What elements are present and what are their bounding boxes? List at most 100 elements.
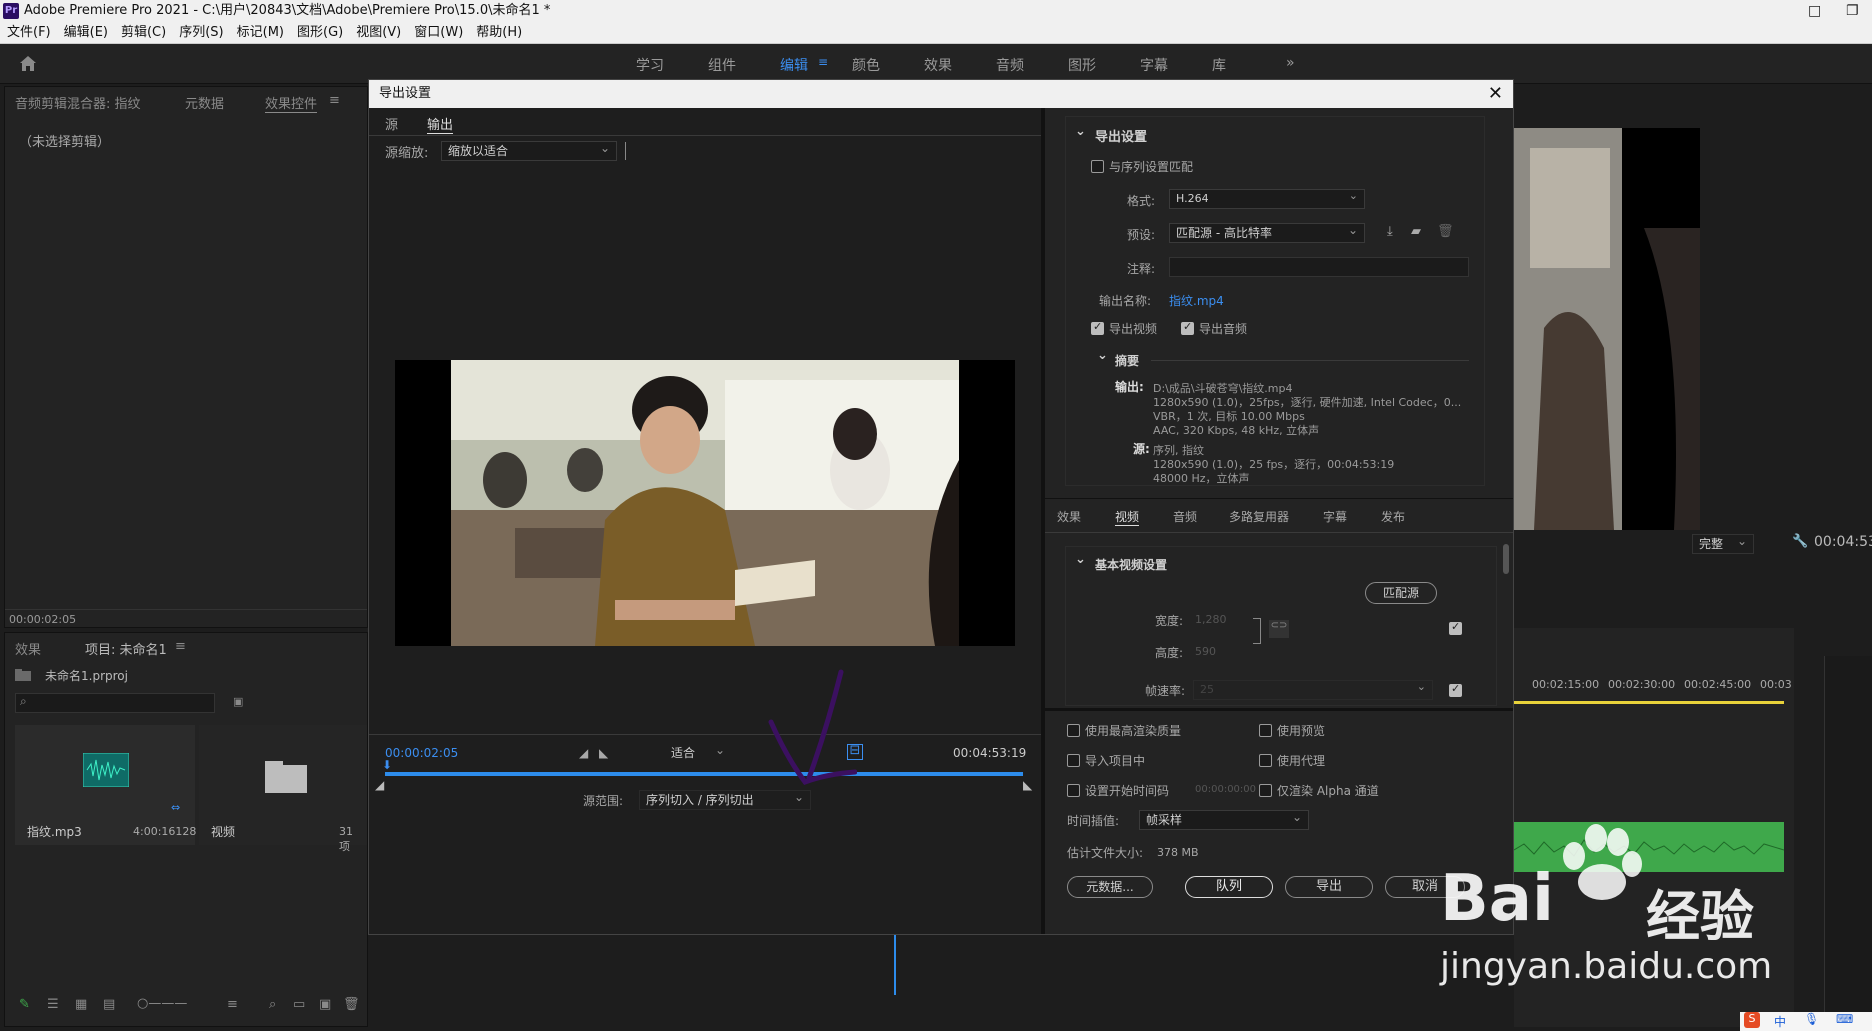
set-out-point-icon[interactable]: ◣	[599, 746, 608, 760]
trash-icon[interactable]: 🗑	[343, 997, 360, 1012]
tab-metadata[interactable]: 元数据	[185, 93, 224, 112]
preset-select[interactable]: 匹配源 - 高比特率	[1169, 221, 1365, 243]
keyboard-icon[interactable]: ⌨	[1836, 1012, 1853, 1026]
menu-file[interactable]: 文件(F)	[7, 25, 51, 40]
ime-mode[interactable]: 中	[1774, 1013, 1786, 1030]
queue-button[interactable]: 队列	[1185, 876, 1273, 898]
microphone-icon[interactable]: 🎙	[1804, 1012, 1819, 1026]
sort-icon[interactable]: ≡	[227, 997, 238, 1012]
source-range-bar[interactable]	[385, 772, 1023, 776]
menu-sequence[interactable]: 序列(S)	[179, 25, 223, 40]
zoom-slider[interactable]: ○———	[137, 996, 187, 1011]
project-search-input[interactable]	[15, 693, 215, 713]
new-item-icon[interactable]: ▣	[319, 997, 331, 1012]
save-preset-icon[interactable]: ⤓	[1387, 224, 1393, 239]
menu-help[interactable]: 帮助(H)	[476, 25, 522, 40]
tab-effect-controls[interactable]: 效果控件	[265, 93, 318, 113]
tab-video-settings[interactable]: 视频	[1115, 508, 1140, 526]
set-in-point-icon[interactable]: ◢	[579, 746, 588, 760]
use-previews-checkbox[interactable]	[1259, 724, 1272, 737]
fit-select[interactable]: 适合	[665, 741, 731, 764]
tab-audio-clip-mixer[interactable]: 音频剪辑混合器: 指纹	[15, 93, 141, 112]
tab-publish-settings[interactable]: 发布	[1381, 508, 1405, 525]
clip-thumbnail[interactable]: ⇔ 指纹.mp3 4:00:16128	[15, 725, 196, 845]
playhead-marker[interactable]: ⬇	[382, 758, 392, 772]
summary-toggle[interactable]: ⌄	[1097, 348, 1108, 363]
maximize-icon[interactable]: □	[1808, 0, 1821, 22]
match-source-button[interactable]: 匹配源	[1365, 582, 1437, 604]
find-icon[interactable]: ⌕	[269, 997, 276, 1012]
tab-audio-settings[interactable]: 音频	[1173, 508, 1197, 525]
menu-window[interactable]: 窗口(W)	[414, 25, 463, 40]
ws-assembly[interactable]: 组件	[708, 55, 736, 75]
overflow-chevron-icon[interactable]: »	[1286, 55, 1295, 71]
start-timecode-value[interactable]: 00:00:00:00	[1195, 784, 1256, 795]
ws-audio[interactable]: 音频	[996, 55, 1024, 75]
delete-preset-icon[interactable]: 🗑	[1437, 224, 1454, 239]
source-range-select[interactable]: 序列切入 / 序列切出	[639, 788, 811, 810]
bin-thumbnail[interactable]: 视频 31 项	[199, 725, 367, 853]
project-panel-menu-icon[interactable]: ≡	[175, 639, 186, 654]
export-settings-toggle[interactable]: ⌄	[1075, 124, 1086, 139]
render-alpha-checkbox[interactable]	[1259, 784, 1272, 797]
wrench-icon[interactable]: 🔧	[1792, 534, 1808, 549]
home-icon[interactable]	[18, 54, 38, 72]
match-sequence-checkbox[interactable]	[1091, 160, 1104, 173]
new-bin-footer-icon[interactable]: ▭	[293, 997, 305, 1012]
menu-markers[interactable]: 标记(M)	[237, 25, 284, 40]
out-handle-icon[interactable]: ◣	[1023, 778, 1032, 792]
framerate-select[interactable]: 25	[1193, 678, 1433, 700]
playback-resolution-select[interactable]: 完整	[1692, 532, 1754, 554]
tab-effects[interactable]: 效果	[15, 639, 41, 658]
output-name-link[interactable]: 指纹.mp4	[1169, 292, 1224, 309]
export-audio-checkbox[interactable]	[1181, 320, 1194, 335]
set-start-timecode-checkbox[interactable]	[1067, 784, 1080, 797]
in-timecode[interactable]: 00:00:02:05	[385, 746, 458, 760]
export-button[interactable]: 导出	[1285, 876, 1373, 898]
in-handle-icon[interactable]: ◢	[375, 778, 384, 792]
framerate-checkbox[interactable]	[1449, 682, 1462, 697]
timeline-playhead[interactable]	[894, 935, 896, 995]
workspace-menu-icon[interactable]: ≡	[818, 55, 828, 69]
format-select[interactable]: H.264	[1169, 187, 1365, 209]
ws-graphics[interactable]: 图形	[1068, 55, 1096, 75]
work-area-bar[interactable]	[1514, 701, 1784, 704]
close-icon[interactable]: ✕	[1488, 80, 1503, 108]
menu-clip[interactable]: 剪辑(C)	[121, 25, 166, 40]
tab-project[interactable]: 项目: 未命名1	[85, 639, 167, 658]
import-into-project-checkbox[interactable]	[1067, 754, 1080, 767]
menu-edit[interactable]: 编辑(E)	[64, 25, 108, 40]
use-proxies-checkbox[interactable]	[1259, 754, 1272, 767]
tab-output[interactable]: 输出	[427, 114, 454, 134]
width-value[interactable]: 1,280	[1195, 613, 1227, 626]
ws-color[interactable]: 颜色	[852, 55, 880, 75]
panel-menu-icon[interactable]: ≡	[329, 93, 340, 108]
list-view-icon[interactable]: ☰	[47, 997, 59, 1012]
menu-graphics[interactable]: 图形(G)	[297, 25, 343, 40]
link-icon[interactable]: ⊂⊃	[1269, 620, 1289, 638]
ws-effects[interactable]: 效果	[924, 55, 952, 75]
tab-captions-settings[interactable]: 字幕	[1323, 508, 1347, 525]
ws-captions[interactable]: 字幕	[1140, 55, 1168, 75]
menu-view[interactable]: 视图(V)	[356, 25, 401, 40]
export-video-checkbox[interactable]	[1091, 320, 1104, 335]
tab-effects-settings[interactable]: 效果	[1057, 508, 1081, 525]
max-render-quality-checkbox[interactable]	[1067, 724, 1080, 737]
time-interpolation-select[interactable]: 帧采样	[1139, 808, 1309, 830]
tab-source[interactable]: 源	[385, 114, 398, 133]
new-bin-icon[interactable]: ▣	[233, 695, 243, 708]
ws-editing[interactable]: 编辑	[780, 55, 808, 75]
pencil-icon[interactable]: ✎	[19, 997, 30, 1012]
width-height-checkbox[interactable]	[1449, 620, 1462, 635]
ws-libraries[interactable]: 库	[1212, 55, 1226, 75]
metadata-button[interactable]: 元数据...	[1067, 876, 1153, 898]
import-preset-icon[interactable]: ▰	[1411, 224, 1421, 239]
height-value[interactable]: 590	[1195, 645, 1216, 658]
basic-video-toggle[interactable]: ⌄	[1075, 552, 1086, 567]
restore-icon[interactable]: ❐	[1846, 0, 1859, 22]
comments-input[interactable]	[1169, 257, 1469, 277]
source-scaling-select[interactable]: 缩放以适合	[441, 139, 617, 161]
settings-scrollbar[interactable]	[1503, 544, 1509, 574]
icon-view-icon[interactable]: ▦	[75, 997, 87, 1012]
tab-multiplexer-settings[interactable]: 多路复用器	[1229, 508, 1289, 525]
